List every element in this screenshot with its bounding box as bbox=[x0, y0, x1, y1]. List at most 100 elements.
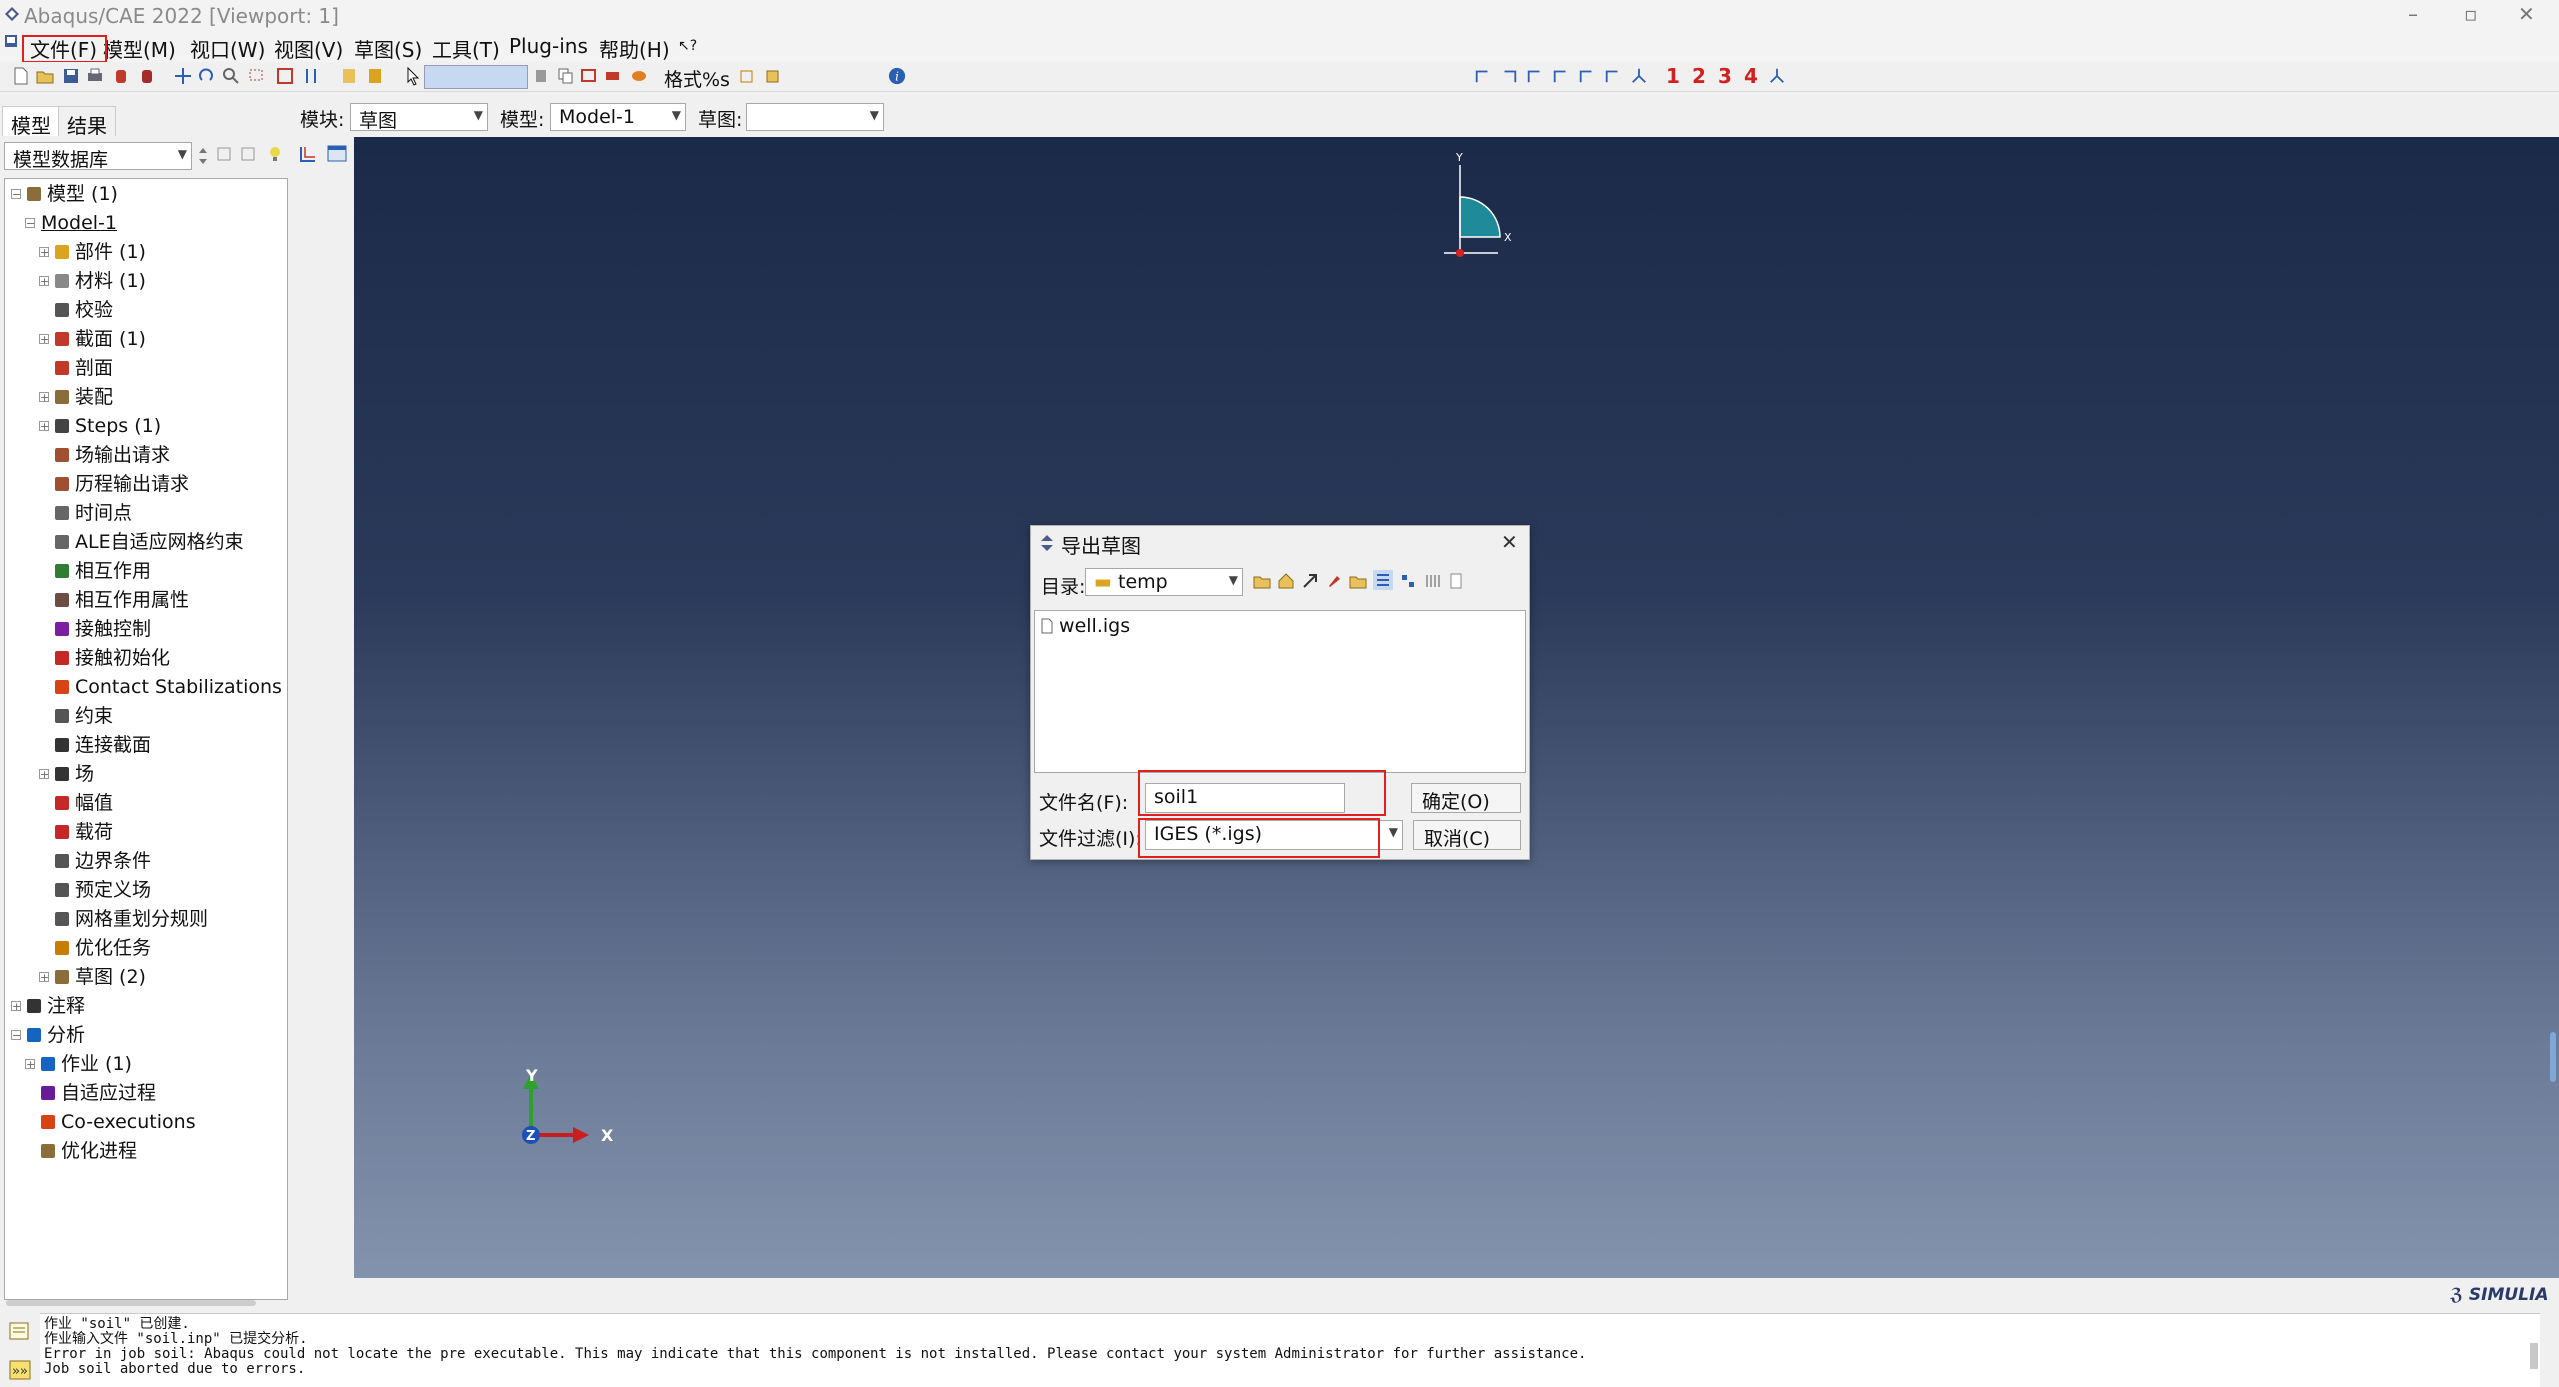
message-tab-icon[interactable] bbox=[8, 1321, 32, 1343]
tree-node[interactable]: 时间点 bbox=[55, 500, 132, 526]
cycle-views-icon[interactable] bbox=[302, 66, 320, 86]
cube-shaded-icon[interactable] bbox=[764, 66, 782, 86]
iso-view-icon[interactable] bbox=[1630, 66, 1648, 86]
view-1-button[interactable]: 1 bbox=[1666, 64, 1680, 88]
tree-expander-icon[interactable]: − bbox=[11, 1030, 21, 1041]
selection-combo[interactable] bbox=[424, 65, 528, 89]
tree-node[interactable]: 材料 (1) bbox=[55, 268, 146, 294]
module-select[interactable]: 草图 ▼ bbox=[350, 103, 488, 132]
top-view-icon[interactable] bbox=[1526, 66, 1544, 86]
save-icon[interactable] bbox=[62, 66, 80, 86]
tree-node[interactable]: 优化任务 bbox=[55, 935, 151, 961]
back-view-icon[interactable] bbox=[1500, 66, 1518, 86]
tree-horizontal-scrollbar[interactable] bbox=[6, 1300, 256, 1306]
print-icon[interactable] bbox=[86, 66, 104, 86]
front-view-icon[interactable] bbox=[1474, 66, 1492, 86]
tree-expander-icon[interactable]: + bbox=[39, 972, 49, 983]
tree-expander-icon[interactable]: + bbox=[39, 334, 49, 345]
tab-model[interactable]: 模型 bbox=[2, 106, 60, 138]
viewport-scroll-handle[interactable] bbox=[2550, 1032, 2556, 1082]
dialog-close-icon[interactable]: ✕ bbox=[1501, 530, 1518, 554]
home-icon[interactable] bbox=[1277, 572, 1295, 590]
tree-toggle-icon[interactable] bbox=[340, 66, 358, 86]
maximize-button[interactable]: ▫ bbox=[2464, 2, 2478, 26]
tree-node[interactable]: 部件 (1) bbox=[55, 239, 146, 265]
tree-node[interactable]: 截面 (1) bbox=[55, 326, 146, 352]
tree-node[interactable]: 场输出请求 bbox=[55, 442, 170, 468]
tree-expander-icon[interactable]: + bbox=[39, 769, 49, 780]
tree-expander-icon[interactable]: − bbox=[11, 189, 21, 200]
cube-outline-icon[interactable] bbox=[738, 66, 756, 86]
tree-node[interactable]: 边界条件 bbox=[55, 848, 151, 874]
right-view-icon[interactable] bbox=[1604, 66, 1622, 86]
tree-node[interactable]: 预定义场 bbox=[55, 877, 151, 903]
tree-expander-icon[interactable]: + bbox=[39, 421, 49, 432]
info-icon[interactable]: i bbox=[888, 66, 906, 86]
open-folder-icon[interactable] bbox=[36, 66, 54, 86]
tree-expander-icon[interactable]: + bbox=[11, 1001, 21, 1012]
python-command-tab-icon[interactable]: »» bbox=[8, 1359, 32, 1381]
viewport-icon[interactable] bbox=[4, 34, 18, 48]
tree-expander-icon[interactable]: − bbox=[25, 218, 35, 229]
rotate-icon[interactable] bbox=[198, 66, 216, 86]
bookmark-icon[interactable] bbox=[1325, 572, 1343, 590]
tree-expander-icon[interactable]: + bbox=[39, 247, 49, 258]
detail-view-icon[interactable] bbox=[1423, 572, 1441, 590]
tree-node[interactable]: 装配 bbox=[55, 384, 113, 410]
bottom-view-icon[interactable] bbox=[1552, 66, 1570, 86]
render-style-icon[interactable] bbox=[630, 66, 648, 86]
ok-button[interactable]: 确定(O) bbox=[1411, 783, 1521, 813]
tree-node[interactable]: 连接截面 bbox=[55, 732, 151, 758]
tree-node[interactable]: 校验 bbox=[55, 297, 113, 323]
left-view-icon[interactable] bbox=[1578, 66, 1596, 86]
menu-sketch[interactable]: 草图(S) bbox=[354, 34, 422, 63]
tree-node[interactable]: 模型 (1) bbox=[27, 181, 118, 207]
sketch-tool-icon[interactable] bbox=[298, 144, 318, 164]
tree-node[interactable]: 历程输出请求 bbox=[55, 471, 189, 497]
tree-node[interactable]: 场 bbox=[55, 761, 94, 787]
tree-node[interactable]: Co-executions bbox=[41, 1109, 196, 1135]
filter-icon[interactable] bbox=[240, 146, 258, 164]
tree-node[interactable]: 载荷 bbox=[55, 819, 113, 845]
menu-tools[interactable]: 工具(T) bbox=[432, 34, 500, 63]
up-folder-icon[interactable] bbox=[1253, 572, 1271, 590]
hidden-files-icon[interactable] bbox=[1447, 572, 1465, 590]
tree-node[interactable]: 作业 (1) bbox=[41, 1051, 132, 1077]
view-axes-icon[interactable] bbox=[1768, 66, 1786, 86]
tree-node[interactable]: 草图 (2) bbox=[55, 964, 146, 990]
view-2-button[interactable]: 2 bbox=[1692, 64, 1706, 88]
file-list[interactable]: well.igs bbox=[1034, 610, 1526, 773]
icon-view-icon[interactable] bbox=[1399, 572, 1417, 590]
pan-icon[interactable] bbox=[174, 66, 192, 86]
query-icon[interactable] bbox=[366, 66, 384, 86]
tree-expander-icon[interactable]: + bbox=[39, 276, 49, 287]
new-folder-icon[interactable] bbox=[1349, 572, 1367, 590]
tree-node[interactable]: 相互作用属性 bbox=[55, 587, 189, 613]
tree-node[interactable]: 注释 bbox=[27, 993, 85, 1019]
new-file-icon[interactable] bbox=[12, 66, 30, 86]
tree-node[interactable]: 剖面 bbox=[55, 355, 113, 381]
console-scrollbar[interactable] bbox=[2530, 1343, 2538, 1369]
close-button[interactable]: ✕ bbox=[2518, 2, 2535, 26]
tree-node[interactable]: 幅值 bbox=[55, 790, 113, 816]
list-view-icon[interactable] bbox=[1373, 570, 1393, 590]
cancel-button[interactable]: 取消(C) bbox=[1413, 820, 1521, 850]
auto-fit-icon[interactable] bbox=[276, 66, 294, 86]
box-zoom-icon[interactable] bbox=[248, 66, 266, 86]
sketch-manager-icon[interactable] bbox=[326, 144, 348, 164]
minimize-button[interactable]: – bbox=[2408, 2, 2418, 26]
tree-node[interactable]: Contact Stabilizations bbox=[55, 674, 282, 700]
tree-node[interactable]: 优化进程 bbox=[41, 1138, 137, 1164]
menu-view[interactable]: 视图(V) bbox=[274, 34, 343, 63]
menu-plugins[interactable]: Plug-ins bbox=[509, 34, 588, 58]
model-select[interactable]: Model-1 ▼ bbox=[550, 103, 686, 131]
sketch-select[interactable]: ▼ bbox=[746, 103, 884, 131]
tree-node[interactable]: 相互作用 bbox=[55, 558, 151, 584]
tree-node[interactable]: 分析 bbox=[27, 1022, 85, 1048]
file-item[interactable]: well.igs bbox=[1041, 615, 1130, 637]
tree-node[interactable]: 约束 bbox=[55, 703, 113, 729]
select-arrow-icon[interactable] bbox=[404, 66, 422, 86]
format-label[interactable]: 格式%s bbox=[664, 65, 730, 92]
bookmark-arrow-icon[interactable] bbox=[1301, 572, 1319, 590]
tree-node[interactable]: ALE自适应网格约束 bbox=[55, 529, 244, 555]
